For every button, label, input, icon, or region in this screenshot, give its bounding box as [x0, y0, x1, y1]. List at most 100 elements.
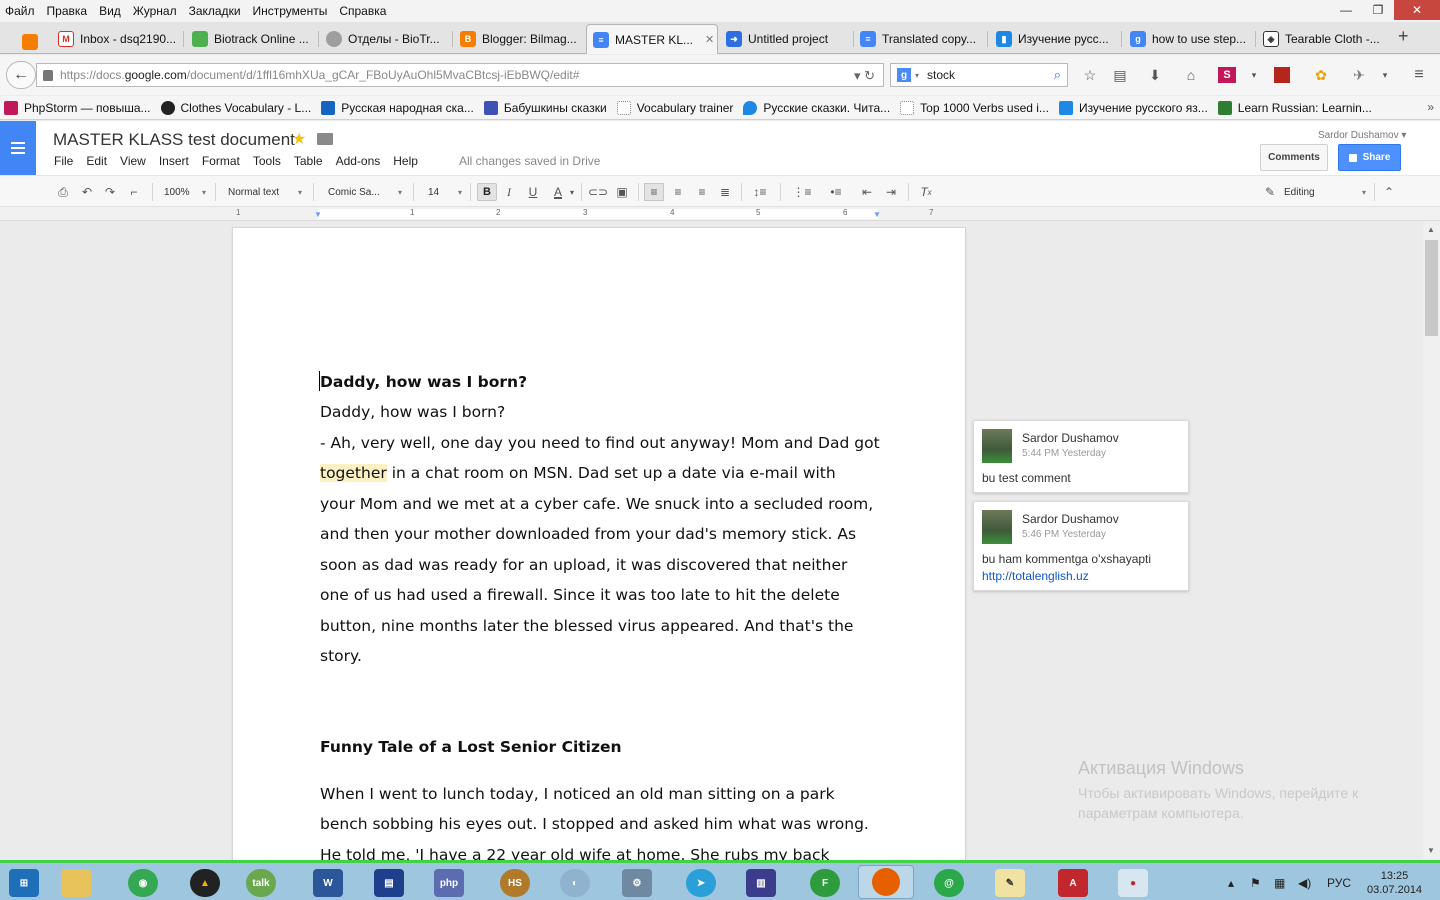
italic-button[interactable]: I: [501, 183, 517, 201]
link-icon[interactable]: ⊂⊃: [588, 183, 608, 201]
menu-history[interactable]: Журнал: [127, 4, 183, 18]
menu-insert[interactable]: Insert: [159, 154, 189, 168]
close-tab-icon[interactable]: ✕: [705, 33, 714, 46]
paragraph-line[interactable]: button, nine months later the blessed vi…: [320, 617, 853, 635]
bookmark-top-verbs[interactable]: Top 1000 Verbs used i...: [900, 100, 1049, 115]
system-clock[interactable]: 13:25 03.07.2014: [1367, 869, 1422, 897]
comment-icon[interactable]: ▣: [613, 183, 631, 201]
windows-start-icon[interactable]: ⊞: [9, 869, 39, 897]
menu-format[interactable]: Format: [202, 154, 240, 168]
bookmark-clothes[interactable]: Clothes Vocabulary - L...: [160, 100, 311, 115]
menu-tools[interactable]: Tools: [253, 154, 281, 168]
bookmark-russkie-skazki[interactable]: Русские сказки. Чита...: [743, 100, 890, 115]
tab-pinned-soundcloud[interactable]: [22, 27, 40, 57]
redo-icon[interactable]: ↷: [102, 183, 118, 201]
heading-daddy[interactable]: Daddy, how was I born?: [320, 373, 527, 391]
folder-icon[interactable]: [317, 133, 333, 145]
tray-expand-icon[interactable]: ▴: [1228, 876, 1234, 890]
menu-tools[interactable]: Инструменты: [247, 4, 334, 18]
font-select[interactable]: Comic Sa...: [328, 183, 402, 201]
minimize-button[interactable]: —: [1330, 0, 1362, 20]
paragraph-line[interactable]: one of us had used a firewall. Since it …: [320, 586, 840, 604]
dropdown-icon[interactable]: ▾: [1376, 67, 1394, 83]
tab-untitled-project[interactable]: ➜ Untitled project: [726, 24, 848, 54]
magnifier-icon[interactable]: ⌕: [1054, 67, 1061, 83]
search-input[interactable]: stock: [927, 68, 955, 82]
file-explorer-icon[interactable]: [61, 869, 91, 897]
menu-file[interactable]: Файл: [0, 4, 41, 18]
menu-file[interactable]: File: [54, 154, 73, 168]
comment-card[interactable]: Sardor Dushamov 5:46 PM Yesterday bu ham…: [973, 501, 1189, 591]
font-size-select[interactable]: 14: [428, 183, 462, 201]
bookmark-star-icon[interactable]: ☆: [1081, 67, 1099, 83]
increase-indent-icon[interactable]: ⇥: [882, 183, 900, 201]
google-talk-icon[interactable]: talk: [246, 869, 276, 897]
paragraph-line[interactable]: Daddy, how was I born?: [320, 403, 505, 421]
tab-biotrack[interactable]: Biotrack Online ...: [192, 24, 312, 54]
word-icon[interactable]: W: [313, 869, 343, 897]
numbered-list-icon[interactable]: ⋮≡: [789, 183, 815, 201]
extension-s-icon[interactable]: S: [1218, 67, 1236, 83]
comments-button[interactable]: Comments: [1260, 144, 1328, 171]
scroll-thumb[interactable]: [1425, 240, 1438, 336]
paragraph-line[interactable]: story.: [320, 647, 362, 665]
comment-card[interactable]: Sardor Dushamov 5:44 PM Yesterday bu tes…: [973, 420, 1189, 493]
right-indent-marker[interactable]: ▼: [873, 210, 881, 219]
download-icon[interactable]: ⬇: [1146, 67, 1164, 83]
bookmark-izuchenie[interactable]: Изучение русского яз...: [1058, 100, 1208, 115]
paragraph-line[interactable]: your Mom and we met at a cyber cafe. We …: [320, 495, 873, 513]
volume-icon[interactable]: ◀): [1298, 876, 1311, 890]
commented-highlight[interactable]: together: [320, 464, 387, 482]
document-title[interactable]: MASTER KLASS test document: [53, 130, 295, 150]
bulleted-list-icon[interactable]: •≡: [823, 183, 849, 201]
notes-icon[interactable]: ✎: [995, 869, 1025, 897]
underline-button[interactable]: U: [525, 183, 541, 201]
document-page[interactable]: Daddy, how was I born? Daddy, how was I …: [233, 228, 965, 860]
align-center-icon[interactable]: ≡: [669, 183, 687, 201]
style-select[interactable]: Normal text: [228, 183, 302, 201]
menu-view[interactable]: Вид: [93, 4, 127, 18]
collapse-icon[interactable]: ⌃: [1381, 183, 1397, 201]
share-button[interactable]: Share: [1338, 144, 1401, 171]
menu-help[interactable]: Справка: [333, 4, 392, 18]
more-bookmarks-icon[interactable]: »: [1427, 100, 1434, 114]
tab-biotrack-dept[interactable]: Отделы - BioTr...: [326, 24, 446, 54]
decrease-indent-icon[interactable]: ⇤: [858, 183, 876, 201]
bookmark-russkaya[interactable]: Русская народная ска...: [321, 100, 474, 115]
menu-edit[interactable]: Edit: [86, 154, 107, 168]
tab-blogger[interactable]: B Blogger: Bilmag...: [460, 24, 580, 54]
paint-icon[interactable]: ◐: [560, 869, 590, 897]
home-icon[interactable]: ⌂: [1182, 67, 1200, 83]
bookmark-vocabulary[interactable]: Vocabulary trainer: [616, 100, 733, 115]
tab-translated-copy[interactable]: ≡ Translated copy...: [860, 24, 982, 54]
align-right-icon[interactable]: ≡: [693, 183, 711, 201]
paint-format-icon[interactable]: ⌐: [126, 183, 142, 201]
menu-help[interactable]: Help: [393, 154, 418, 168]
action-center-icon[interactable]: ⚑: [1250, 876, 1261, 890]
bookmark-phpstorm[interactable]: PhpStorm — повыша...: [4, 100, 151, 115]
acrobat-icon[interactable]: A: [1058, 869, 1088, 897]
comment-link[interactable]: http://totalenglish.uz: [982, 569, 1089, 583]
tab-master-klass[interactable]: ≡ MASTER KL... ✕: [586, 24, 718, 54]
notepad-icon[interactable]: ▤: [374, 869, 404, 897]
firefox-taskbar-button[interactable]: [858, 865, 914, 899]
extension-gray-icon[interactable]: ✈: [1350, 67, 1368, 83]
left-indent-marker[interactable]: ▼: [314, 210, 322, 219]
paragraph-line[interactable]: He told me, 'I have a 22 year old wife a…: [320, 846, 830, 860]
line-spacing-icon[interactable]: ↕≡: [749, 183, 771, 201]
docs-home-icon[interactable]: [0, 121, 36, 175]
network-icon[interactable]: ▦: [1274, 876, 1285, 890]
search-box[interactable]: g ▾ stock ⌕: [890, 63, 1068, 87]
text-color-dropdown-icon[interactable]: ▾: [568, 183, 576, 201]
scroll-up-icon[interactable]: ▲: [1427, 225, 1435, 234]
hs-icon[interactable]: HS: [500, 869, 530, 897]
language-indicator[interactable]: РУС: [1327, 876, 1351, 890]
undo-icon[interactable]: ↶: [79, 183, 95, 201]
menu-table[interactable]: Table: [294, 154, 323, 168]
tab-izuchenie[interactable]: ▮ Изучение русс...: [996, 24, 1116, 54]
tab-inbox[interactable]: M Inbox - dsq2190...: [58, 24, 178, 54]
winamp-icon[interactable]: ▲: [190, 869, 220, 897]
clear-formatting-icon[interactable]: Tx: [917, 183, 935, 201]
dropdown-icon[interactable]: ▾: [1245, 67, 1263, 83]
extension-red-icon[interactable]: [1274, 67, 1290, 83]
